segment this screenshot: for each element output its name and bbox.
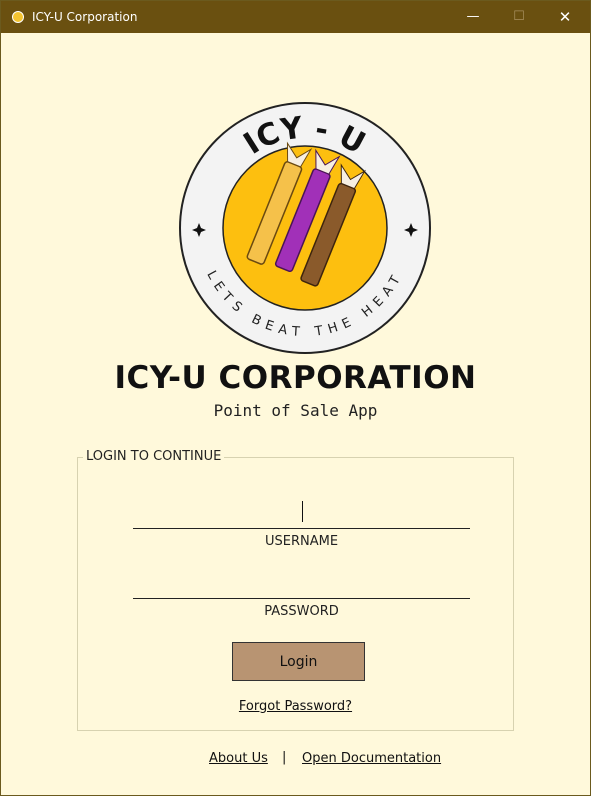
footer-separator: | [282,750,287,765]
about-us-link[interactable]: About Us [209,751,268,766]
text-caret [302,501,303,522]
title-bar[interactable]: ICY-U Corporation — ☐ ✕ [1,1,590,33]
maximize-button[interactable]: ☐ [496,1,542,33]
password-input[interactable] [133,570,470,599]
page-subtitle: Point of Sale App [213,401,378,420]
username-label: USERNAME [264,534,339,549]
open-documentation-link[interactable]: Open Documentation [302,751,441,766]
app-window: ICY-U Corporation — ☐ ✕ ICY - U LETS BEA… [0,0,591,796]
close-button[interactable]: ✕ [542,1,588,33]
forgot-password-link[interactable]: Forgot Password? [1,699,590,714]
login-panel-legend: LOGIN TO CONTINUE [83,449,225,464]
app-icon [12,11,24,23]
window-title: ICY-U Corporation [32,10,138,24]
password-label: PASSWORD [264,604,339,619]
minimize-button[interactable]: — [450,1,496,33]
company-logo: ICY - U LETS BEAT THE HEAT [179,102,431,354]
page-title: ICY-U CORPORATION [114,360,477,396]
login-button[interactable]: Login [232,642,365,681]
